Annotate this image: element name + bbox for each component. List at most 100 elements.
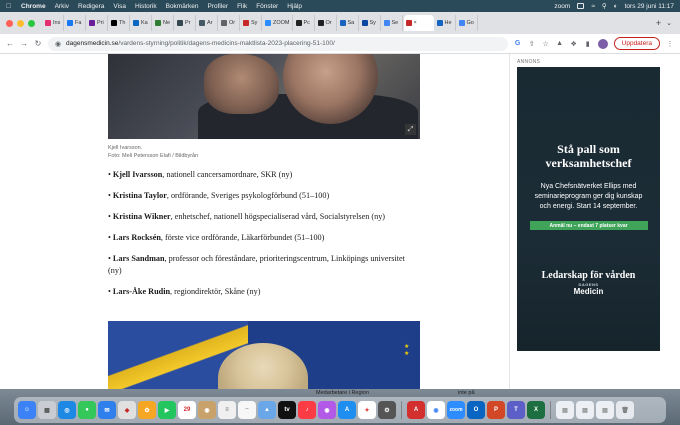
zoom-app-icon[interactable]: zoom (447, 401, 465, 419)
tab-favicon-icon (67, 20, 73, 26)
menu-app-chrome[interactable]: Chrome (21, 3, 46, 10)
menubar-clock[interactable]: tors 29 juni 11:17 (625, 3, 674, 10)
extension-icon[interactable]: ▲ (556, 40, 564, 48)
browser-tab[interactable]: Ins (43, 15, 64, 31)
safari-icon[interactable]: ◎ (58, 401, 76, 419)
excel-icon[interactable]: X (527, 401, 545, 419)
menu-bokmarken[interactable]: Bokmärken (166, 3, 199, 10)
advertisement-banner[interactable]: Stå pall som verksamhetschef Nya Chefsnä… (517, 67, 660, 351)
menu-redigera[interactable]: Redigera (78, 3, 104, 10)
browser-tab[interactable]: Sa (338, 15, 359, 31)
tab-favicon-icon (458, 20, 465, 26)
browser-tab[interactable]: Sy (360, 15, 381, 31)
caption-credit: Foto: Meli Petersson Elafi / Bildbyrån (108, 153, 199, 159)
profile-avatar[interactable] (597, 38, 608, 49)
macos-menubar:  Chrome Arkiv Redigera Visa Historik Bo… (0, 0, 680, 12)
minimize-window-button[interactable] (17, 19, 24, 27)
new-tab-button[interactable]: + (656, 18, 661, 28)
browser-tab[interactable]: Pr (175, 15, 196, 31)
teams-icon[interactable]: T (507, 401, 525, 419)
powerpoint-icon[interactable]: P (487, 401, 505, 419)
browser-tab[interactable]: ZOOM (263, 15, 293, 31)
control-center-icon[interactable]: ◐ (614, 3, 618, 10)
back-button[interactable]: ← (6, 39, 14, 48)
browser-tab[interactable]: He (435, 15, 456, 31)
photo-booth-icon[interactable]: ✦ (358, 401, 376, 419)
tab-search-chevron-icon[interactable]: ⌄ (666, 19, 672, 27)
expand-image-icon[interactable]: ⤢ (405, 124, 416, 135)
list-item: • Kjell Ivarsson, nationell cancersamord… (108, 170, 293, 179)
reminders-icon[interactable]: ≡ (218, 401, 236, 419)
browser-tab[interactable]: Or (219, 15, 240, 31)
app-store-icon[interactable]: A (338, 401, 356, 419)
browser-tab[interactable]: Sy (241, 15, 262, 31)
lock-icon[interactable]: ◉ (54, 40, 62, 48)
system-settings-icon[interactable]: ⚙ (378, 401, 396, 419)
url-domain: dagensmedicin.se (66, 40, 119, 47)
outlook-icon[interactable]: O (467, 401, 485, 419)
browser-tab[interactable]: Pc (294, 15, 315, 31)
wifi-icon[interactable]: ≈ (591, 3, 595, 10)
menu-historik[interactable]: Historik (135, 3, 157, 10)
browser-tab[interactable]: Pri (87, 15, 108, 31)
menu-fonster[interactable]: Fönster (256, 3, 278, 10)
browser-tab-strip: Ins Fa Pri Th Ka Ne Pr Ar Or Sy ZOOM Pc Or Sa Sy Se × He G… (0, 12, 680, 34)
contacts-icon[interactable]: ◉ (198, 401, 216, 419)
apple-icon[interactable]:  (6, 3, 13, 10)
list-item: • Kristina Taylor, ordförande, Sveriges … (108, 191, 330, 200)
acrobat-icon[interactable]: A (407, 401, 425, 419)
mail-icon[interactable]: ✉ (98, 401, 116, 419)
search-icon[interactable]: ⚲ (602, 2, 607, 10)
tab-label: Fa (75, 20, 82, 26)
freeform-icon[interactable]: ~ (238, 401, 256, 419)
tab-label: Sy (251, 20, 258, 26)
documents-folder-icon[interactable]: ▤ (576, 401, 594, 419)
update-button[interactable]: Uppdatera (613, 37, 660, 50)
zoom-window-button[interactable] (28, 19, 35, 27)
puzzle-icon[interactable]: ❖ (570, 40, 578, 48)
launchpad-icon[interactable]: ▦ (38, 401, 56, 419)
browser-tab[interactable]: Ne (153, 15, 174, 31)
browser-tab[interactable]: Ka (131, 15, 152, 31)
battery-icon[interactable] (577, 3, 585, 9)
zoom-status-label[interactable]: zoom (554, 3, 570, 10)
google-icon[interactable]: G (514, 40, 522, 48)
podcasts-icon[interactable]: ◉ (318, 401, 336, 419)
sidepanel-icon[interactable]: ▮ (584, 40, 592, 48)
apple-tv-icon[interactable]: tv (278, 401, 296, 419)
menu-kebab-icon[interactable]: ⋮ (666, 40, 674, 48)
menu-hjalp[interactable]: Hjälp (287, 3, 302, 10)
share-icon[interactable]: ⇧ (528, 40, 536, 48)
photos-icon[interactable]: ✿ (138, 401, 156, 419)
tab-label: Pr (185, 20, 191, 26)
forward-button[interactable]: → (20, 39, 28, 48)
browser-tab[interactable]: Go (457, 15, 478, 31)
browser-tab[interactable]: Se (382, 15, 403, 31)
menu-visa[interactable]: Visa (113, 3, 126, 10)
finder-icon[interactable]: ☺ (18, 401, 36, 419)
bookmark-star-icon[interactable]: ☆ (542, 40, 550, 48)
ad-cta-button[interactable]: Anmäl nu – endast 7 platser kvar (529, 221, 648, 230)
reload-button[interactable]: ↻ (34, 39, 42, 48)
keynote-icon[interactable]: ▲ (258, 401, 276, 419)
menu-arkiv[interactable]: Arkiv (55, 3, 69, 10)
messages-icon[interactable]: ● (78, 401, 96, 419)
trash-icon[interactable]: 🗑 (616, 401, 634, 419)
downloads-folder-icon[interactable]: ▤ (556, 401, 574, 419)
recent-document-icon[interactable]: ▤ (596, 401, 614, 419)
music-icon[interactable]: ♪ (298, 401, 316, 419)
close-window-button[interactable] (6, 19, 13, 27)
calendar-icon[interactable]: 29 (178, 401, 196, 419)
chrome-icon[interactable]: ◉ (427, 401, 445, 419)
browser-tab[interactable]: Or (316, 15, 337, 31)
browser-tab-active[interactable]: × (403, 15, 434, 31)
menu-flik[interactable]: Flik (237, 3, 247, 10)
browser-tab[interactable]: Th (109, 15, 130, 31)
tab-label: × (413, 20, 417, 26)
facetime-icon[interactable]: ▶ (158, 401, 176, 419)
maps-icon[interactable]: ◆ (118, 401, 136, 419)
browser-tab[interactable]: Fa (65, 15, 86, 31)
menu-profiler[interactable]: Profiler (207, 3, 228, 10)
address-bar[interactable]: ◉ dagensmedicin.se/vardens-styrning/poli… (48, 36, 508, 51)
browser-tab[interactable]: Ar (197, 15, 218, 31)
